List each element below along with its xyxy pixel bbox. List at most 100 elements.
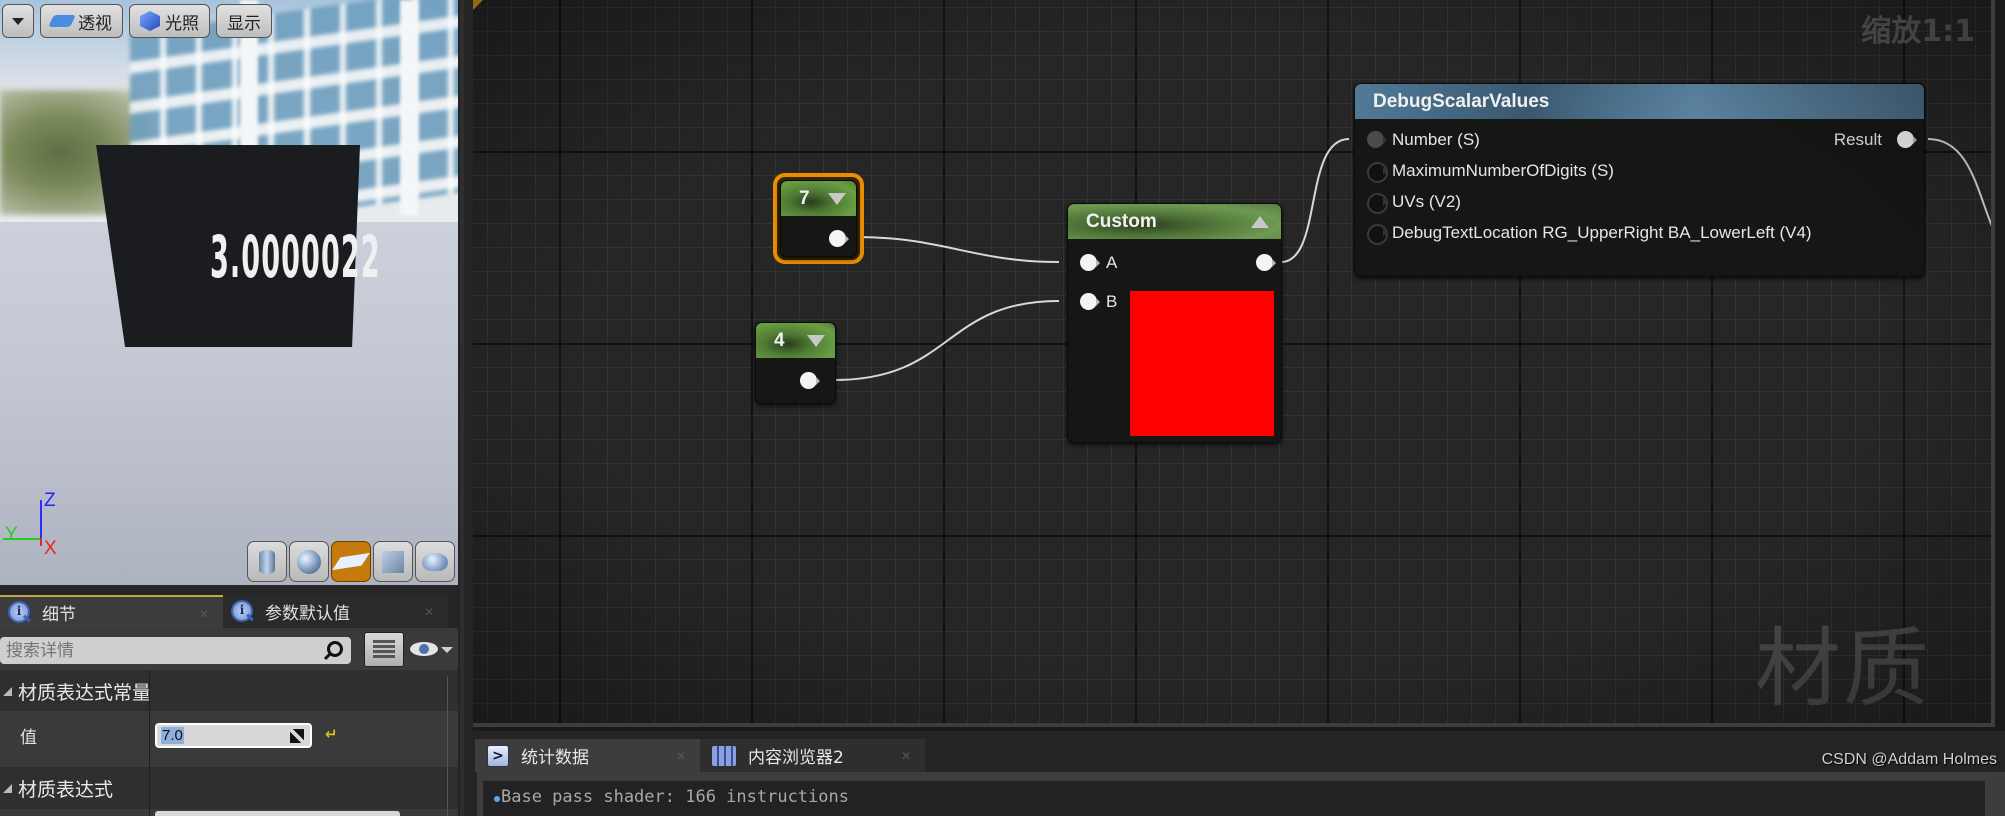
teapot-icon — [422, 552, 448, 571]
panel-splitter[interactable] — [458, 0, 473, 816]
value-number-field[interactable]: 7.0 — [155, 723, 312, 748]
material-preview-viewport[interactable]: 3.0000022 透视 光照 显示 Z Y X — [0, 0, 458, 585]
pin-label-b: B — [1106, 292, 1118, 311]
next-property-field[interactable] — [155, 811, 400, 816]
input-pin-number[interactable] — [1367, 131, 1387, 149]
search-icon[interactable] — [327, 641, 343, 657]
node-custom[interactable]: Custom A B — [1067, 203, 1282, 443]
node-header[interactable]: 4 — [756, 323, 835, 358]
plane-preview-button[interactable] — [331, 541, 371, 582]
node-header[interactable]: DebugScalarValues — [1355, 84, 1924, 119]
output-pin[interactable] — [800, 372, 820, 390]
property-matrix-button[interactable] — [364, 632, 404, 667]
content-browser-icon — [712, 745, 736, 766]
property-row-value: 值 7.0 ↵ — [0, 711, 458, 766]
property-label: 值 — [20, 728, 37, 748]
collapse-arrow-icon[interactable] — [807, 335, 825, 347]
value-text: 7.0 — [161, 727, 184, 744]
wire-debug-result-out[interactable] — [1927, 138, 1995, 240]
input-pin-a[interactable] — [1080, 254, 1100, 272]
close-tab-icon[interactable]: ✕ — [901, 749, 911, 763]
input-pin-b[interactable] — [1080, 293, 1100, 311]
close-tab-icon[interactable]: ✕ — [199, 607, 209, 621]
debug-value-text: 3.0000022 — [210, 223, 381, 291]
lighting-label: 光照 — [165, 13, 199, 34]
cylinder-preview-button[interactable] — [247, 541, 287, 582]
perspective-label: 透视 — [78, 13, 112, 34]
tab-parameter-defaults[interactable]: 参数默认值 ✕ — [223, 595, 448, 628]
x-axis-label: X — [44, 538, 57, 559]
view-options-eye-icon[interactable] — [410, 642, 438, 656]
console-icon: > — [487, 744, 509, 767]
z-axis-line — [40, 500, 42, 538]
plane-icon — [332, 552, 370, 571]
column-divider[interactable] — [149, 670, 150, 816]
details-body: 材质表达式常量 值 7.0 ↵ 材质表达式 — [0, 628, 458, 816]
lit-cube-icon — [140, 11, 160, 31]
drag-handle-icon[interactable] — [290, 729, 304, 743]
tab-details[interactable]: 细节 ✕ — [0, 595, 223, 628]
tab-label: 参数默认值 — [265, 604, 350, 624]
chevron-down-icon[interactable] — [441, 647, 453, 653]
reset-to-default-icon[interactable]: ↵ — [325, 725, 338, 743]
search-details-field[interactable] — [0, 637, 351, 664]
search-details-input[interactable] — [0, 640, 310, 661]
input-pin-max-digits[interactable] — [1367, 162, 1388, 183]
node-header[interactable]: 7 — [781, 181, 856, 216]
wire-custom-to-debug-number[interactable] — [1280, 138, 1350, 263]
teapot-preview-button[interactable] — [415, 541, 455, 582]
node-constant-4[interactable]: 4 — [755, 322, 836, 404]
output-pin[interactable] — [1256, 254, 1276, 272]
node-debug-scalar-values[interactable]: DebugScalarValues Number (S) MaximumNumb… — [1354, 83, 1925, 277]
material-graph-canvas[interactable]: 缩放1:1 材质 7 4 Custom A B DebugScalarValue… — [473, 0, 1995, 727]
collapse-triangle-icon — [3, 783, 12, 793]
node-constant-7[interactable]: 7 — [780, 180, 857, 257]
sphere-preview-button[interactable] — [289, 541, 329, 582]
viewport-pillar — [400, 0, 418, 215]
lighting-button[interactable]: 光照 — [129, 4, 210, 38]
axis-gizmo: Z Y X — [0, 490, 80, 560]
stats-list: Base pass shader: 166 instructions — [483, 781, 1985, 816]
tab-stats[interactable]: > 统计数据 ✕ — [475, 739, 700, 772]
pin-label: Number (S) — [1392, 130, 1480, 149]
stats-body: Base pass shader: 166 instructions — [477, 772, 2005, 816]
details-scrollbar[interactable] — [447, 676, 448, 816]
input-pin-debug-text-location[interactable] — [1367, 224, 1388, 245]
pin-label: MaximumNumberOfDigits (S) — [1392, 161, 1614, 180]
output-pin-result[interactable] — [1897, 131, 1917, 149]
y-axis-label: Y — [5, 524, 18, 545]
category-label: 材质表达式 — [18, 778, 114, 801]
collapse-arrow-icon[interactable] — [828, 193, 846, 205]
show-button[interactable]: 显示 — [216, 4, 272, 38]
cylinder-icon — [259, 549, 275, 574]
info-icon — [231, 599, 255, 624]
close-tab-icon[interactable]: ✕ — [424, 605, 434, 619]
wire-const7-to-custom-a[interactable] — [855, 236, 1060, 263]
bottom-tab-bar: > 统计数据 ✕ 内容浏览器2 ✕ — [475, 739, 925, 772]
stats-line: Base pass shader: 166 instructions — [501, 787, 849, 807]
details-tab-bar: 细节 ✕ 参数默认值 ✕ — [0, 595, 448, 628]
output-pin[interactable] — [829, 230, 849, 248]
tab-label: 统计数据 — [521, 748, 589, 768]
wire-const4-to-custom-b[interactable] — [833, 300, 1060, 381]
bottom-panel: > 统计数据 ✕ 内容浏览器2 ✕ Base pass shader: 166 … — [473, 731, 2005, 816]
z-axis-label: Z — [44, 490, 56, 511]
category-material-expression-constant[interactable]: 材质表达式常量 — [0, 670, 458, 712]
cube-preview-button[interactable] — [373, 541, 413, 582]
preview-shape-toolbar — [247, 541, 455, 582]
pin-label-result: Result — [1833, 130, 1882, 149]
category-material-expression[interactable]: 材质表达式 — [0, 767, 458, 809]
x-axis-line — [40, 538, 42, 546]
input-pin-uvs[interactable] — [1367, 193, 1388, 214]
pin-label-a: A — [1106, 253, 1118, 272]
node-title: 7 — [799, 187, 810, 209]
bullet-icon — [494, 796, 500, 802]
category-label: 材质表达式常量 — [18, 681, 152, 704]
viewport-options-button[interactable] — [2, 4, 34, 38]
perspective-button[interactable]: 透视 — [40, 4, 123, 38]
node-title: 4 — [774, 329, 785, 351]
close-tab-icon[interactable]: ✕ — [676, 749, 686, 763]
tab-content-browser-2[interactable]: 内容浏览器2 ✕ — [700, 739, 925, 772]
collapse-arrow-icon[interactable] — [1251, 216, 1269, 228]
node-header[interactable]: Custom — [1068, 204, 1281, 239]
